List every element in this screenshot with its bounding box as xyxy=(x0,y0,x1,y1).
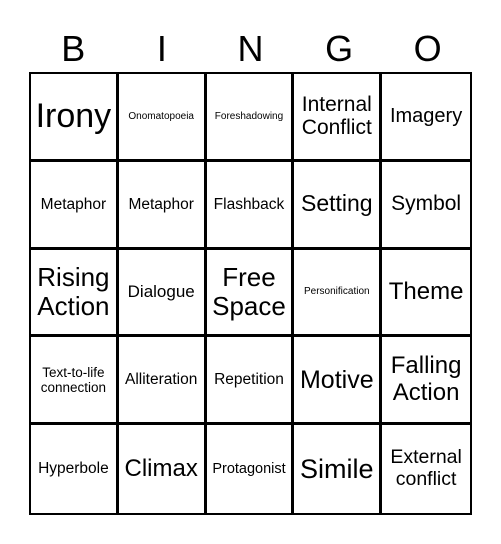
bingo-cell-i1[interactable]: Onomatopoeia xyxy=(118,74,207,162)
cell-label: Setting xyxy=(300,190,373,217)
bingo-cell-i2[interactable]: Metaphor xyxy=(118,161,207,250)
bingo-cell-g3[interactable]: Personification xyxy=(294,249,383,338)
bingo-cell-b4[interactable]: Text-to-life connection xyxy=(31,337,119,426)
cell-label: Hyperbole xyxy=(38,460,109,478)
bingo-cell-b3[interactable]: Rising Action xyxy=(31,249,119,338)
cell-label: Alliteration xyxy=(125,371,198,389)
header-letter-g: G xyxy=(325,28,354,69)
bingo-cell-o4[interactable]: Falling Action xyxy=(382,337,470,426)
bingo-cell-n5[interactable]: Protagonist xyxy=(207,425,295,513)
cell-label: Falling Action xyxy=(390,351,462,406)
cell-label: External conflict xyxy=(390,446,462,491)
bingo-cell-n3-free-space[interactable]: Free Space xyxy=(206,249,295,338)
bingo-cell-o5[interactable]: External conflict xyxy=(382,425,470,513)
bingo-cell-g4[interactable]: Motive xyxy=(294,337,383,426)
bingo-cell-o3[interactable]: Theme xyxy=(382,250,470,338)
cell-label: Theme xyxy=(388,277,464,305)
cell-label: Irony xyxy=(35,97,112,136)
cell-label: Internal Conflict xyxy=(301,92,372,140)
bingo-cell-b2[interactable]: Metaphor xyxy=(31,161,119,250)
bingo-cell-b1[interactable]: Irony xyxy=(31,74,119,162)
header-letter-i: I xyxy=(156,28,167,69)
cell-label: Repetition xyxy=(214,371,284,389)
cell-label: Protagonist xyxy=(212,460,286,477)
bingo-board: Irony Onomatopoeia Foreshadowing Interna… xyxy=(29,72,472,515)
cell-label: Motive xyxy=(299,365,374,394)
cell-label: Rising Action xyxy=(37,261,110,321)
cell-label: Climax xyxy=(124,454,198,482)
cell-label: Onomatopoeia xyxy=(128,110,194,122)
cell-label: Symbol xyxy=(391,192,462,216)
bingo-cell-i4[interactable]: Alliteration xyxy=(118,337,207,426)
bingo-cell-n4[interactable]: Repetition xyxy=(206,337,295,426)
cell-label: Free Space xyxy=(212,261,286,321)
cell-label: Simile xyxy=(300,453,374,484)
cell-label: Imagery xyxy=(389,105,463,128)
bingo-cell-g1[interactable]: Internal Conflict xyxy=(294,74,383,162)
bingo-cell-i3[interactable]: Dialogue xyxy=(118,249,207,338)
cell-label: Flashback xyxy=(213,195,285,213)
bingo-header: B I N G O xyxy=(29,26,472,72)
cell-label: Metaphor xyxy=(128,195,194,213)
header-letter-o: O xyxy=(413,28,442,69)
cell-label: Dialogue xyxy=(127,282,195,302)
header-letter-n: N xyxy=(237,28,264,69)
bingo-cell-n2[interactable]: Flashback xyxy=(206,161,295,250)
bingo-cell-g5[interactable]: Simile xyxy=(294,425,383,513)
bingo-cell-i5[interactable]: Climax xyxy=(119,425,207,513)
bingo-cell-n1[interactable]: Foreshadowing xyxy=(206,74,295,162)
bingo-cell-b5[interactable]: Hyperbole xyxy=(31,425,119,513)
cell-label: Text-to-life connection xyxy=(40,364,107,395)
bingo-cell-o1[interactable]: Imagery xyxy=(382,74,470,162)
bingo-cell-g2[interactable]: Setting xyxy=(294,161,383,250)
cell-label: Foreshadowing xyxy=(214,110,284,122)
cell-label: Metaphor xyxy=(40,195,107,213)
bingo-cell-o2[interactable]: Symbol xyxy=(382,162,470,250)
cell-label: Personification xyxy=(303,286,370,298)
header-letter-b: B xyxy=(61,28,86,69)
